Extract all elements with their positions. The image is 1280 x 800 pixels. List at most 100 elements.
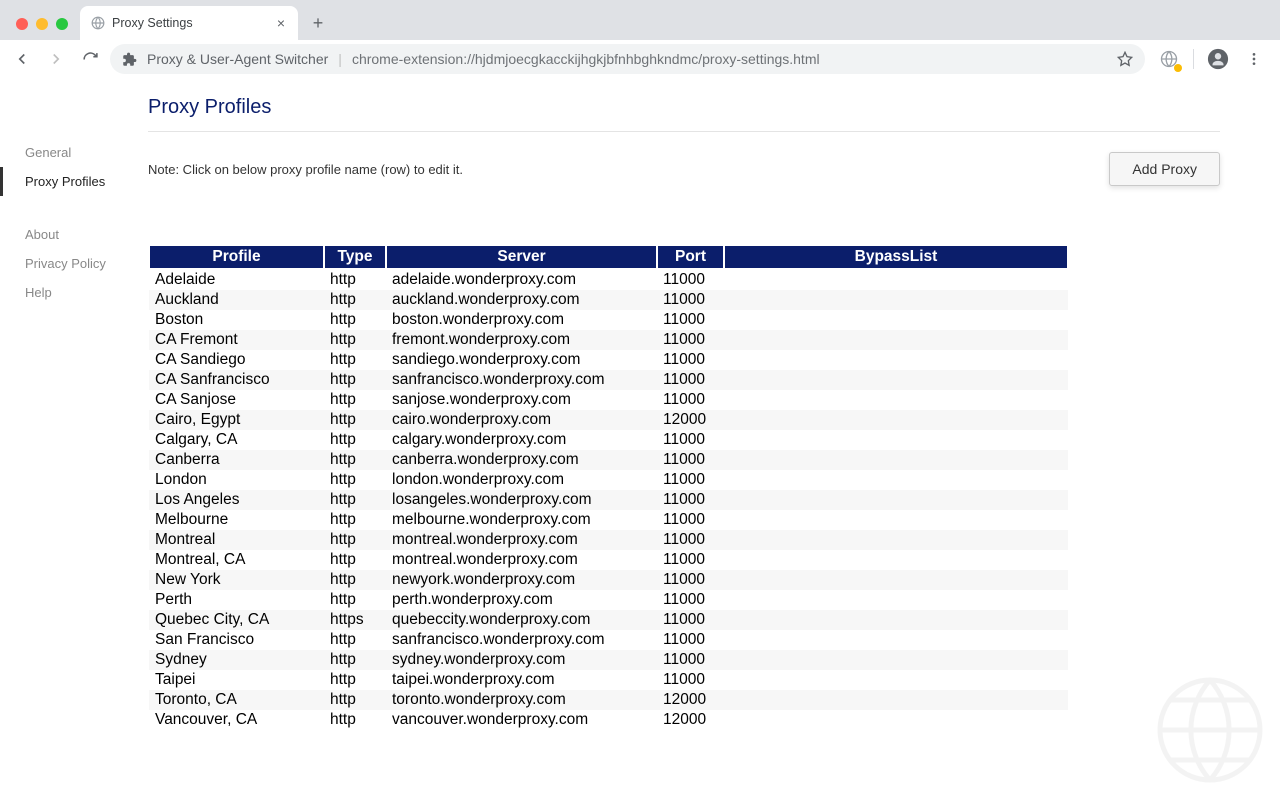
tab-title: Proxy Settings xyxy=(112,16,268,30)
table-row[interactable]: Londonhttplondon.wonderproxy.com11000 xyxy=(149,470,1068,490)
cell-profile: Melbourne xyxy=(149,510,324,530)
cell-type: http xyxy=(324,530,386,550)
cell-bypass xyxy=(724,470,1068,490)
table-row[interactable]: Canberrahttpcanberra.wonderproxy.com1100… xyxy=(149,450,1068,470)
back-button[interactable] xyxy=(8,45,36,73)
cell-server: perth.wonderproxy.com xyxy=(386,590,657,610)
table-row[interactable]: Adelaidehttpadelaide.wonderproxy.com1100… xyxy=(149,269,1068,290)
table-row[interactable]: Montrealhttpmontreal.wonderproxy.com1100… xyxy=(149,530,1068,550)
bookmark-star-icon[interactable] xyxy=(1117,51,1133,67)
browser-toolbar: Proxy & User-Agent Switcher | chrome-ext… xyxy=(0,40,1280,78)
cell-server: montreal.wonderproxy.com xyxy=(386,530,657,550)
cell-port: 11000 xyxy=(657,590,724,610)
globe-icon xyxy=(90,15,106,31)
proxy-table: Profile Type Server Port BypassList Adel… xyxy=(148,244,1069,730)
cell-port: 11000 xyxy=(657,530,724,550)
table-row[interactable]: CA Sandiegohttpsandiego.wonderproxy.com1… xyxy=(149,350,1068,370)
sidebar-item-proxy-profiles[interactable]: Proxy Profiles xyxy=(0,167,148,196)
cell-bypass xyxy=(724,630,1068,650)
table-row[interactable]: Vancouver, CAhttpvancouver.wonderproxy.c… xyxy=(149,710,1068,730)
extension-icon xyxy=(122,52,137,67)
cell-profile: Taipei xyxy=(149,670,324,690)
cell-type: http xyxy=(324,590,386,610)
table-row[interactable]: Aucklandhttpauckland.wonderproxy.com1100… xyxy=(149,290,1068,310)
tab-strip: Proxy Settings × + xyxy=(0,0,1280,40)
close-tab-button[interactable]: × xyxy=(274,15,288,31)
cell-profile: CA Sanjose xyxy=(149,390,324,410)
cell-type: http xyxy=(324,650,386,670)
browser-chrome: Proxy Settings × + Proxy & User-Agent Sw… xyxy=(0,0,1280,78)
col-bypasslist: BypassList xyxy=(724,245,1068,269)
sidebar-item-general[interactable]: General xyxy=(0,138,148,167)
table-row[interactable]: Quebec City, CAhttpsquebeccity.wonderpro… xyxy=(149,610,1068,630)
table-row[interactable]: Perthhttpperth.wonderproxy.com11000 xyxy=(149,590,1068,610)
sidebar-item-help[interactable]: Help xyxy=(0,278,148,307)
cell-type: http xyxy=(324,390,386,410)
sidebar-item-privacy-policy[interactable]: Privacy Policy xyxy=(0,249,148,278)
minimize-window-button[interactable] xyxy=(36,18,48,30)
cell-type: http xyxy=(324,370,386,390)
cell-type: https xyxy=(324,610,386,630)
forward-button[interactable] xyxy=(42,45,70,73)
cell-server: fremont.wonderproxy.com xyxy=(386,330,657,350)
page-title: Proxy Profiles xyxy=(148,96,1220,132)
table-row[interactable]: Calgary, CAhttpcalgary.wonderproxy.com11… xyxy=(149,430,1068,450)
cell-bypass xyxy=(724,610,1068,630)
table-row[interactable]: Taipeihttptaipei.wonderproxy.com11000 xyxy=(149,670,1068,690)
cell-profile: CA Sandiego xyxy=(149,350,324,370)
sidebar: GeneralProxy Profiles AboutPrivacy Policy… xyxy=(0,78,148,800)
cell-profile: Montreal, CA xyxy=(149,550,324,570)
cell-type: http xyxy=(324,510,386,530)
address-bar[interactable]: Proxy & User-Agent Switcher | chrome-ext… xyxy=(110,44,1145,74)
maximize-window-button[interactable] xyxy=(56,18,68,30)
cell-bypass xyxy=(724,590,1068,610)
cell-type: http xyxy=(324,630,386,650)
cell-bypass xyxy=(724,670,1068,690)
cell-profile: Calgary, CA xyxy=(149,430,324,450)
table-row[interactable]: Sydneyhttpsydney.wonderproxy.com11000 xyxy=(149,650,1068,670)
cell-bypass xyxy=(724,290,1068,310)
table-row[interactable]: Toronto, CAhttptoronto.wonderproxy.com12… xyxy=(149,690,1068,710)
col-type: Type xyxy=(324,245,386,269)
watermark-globe-icon xyxy=(1150,670,1270,790)
cell-server: calgary.wonderproxy.com xyxy=(386,430,657,450)
reload-button[interactable] xyxy=(76,45,104,73)
cell-profile: Auckland xyxy=(149,290,324,310)
cell-bypass xyxy=(724,710,1068,730)
browser-tab[interactable]: Proxy Settings × xyxy=(80,6,298,40)
table-row[interactable]: San Franciscohttpsanfrancisco.wonderprox… xyxy=(149,630,1068,650)
cell-server: boston.wonderproxy.com xyxy=(386,310,657,330)
profile-avatar-icon[interactable] xyxy=(1206,47,1230,71)
cell-bypass xyxy=(724,330,1068,350)
cell-server: sanjose.wonderproxy.com xyxy=(386,390,657,410)
cell-type: http xyxy=(324,490,386,510)
table-row[interactable]: CA Fremonthttpfremont.wonderproxy.com110… xyxy=(149,330,1068,350)
cell-server: sanfrancisco.wonderproxy.com xyxy=(386,630,657,650)
extension-badge-icon[interactable] xyxy=(1157,47,1181,71)
table-row[interactable]: New Yorkhttpnewyork.wonderproxy.com11000 xyxy=(149,570,1068,590)
table-row[interactable]: Los Angeleshttplosangeles.wonderproxy.co… xyxy=(149,490,1068,510)
add-proxy-button[interactable]: Add Proxy xyxy=(1109,152,1220,186)
cell-bypass xyxy=(724,570,1068,590)
table-row[interactable]: Montreal, CAhttpmontreal.wonderproxy.com… xyxy=(149,550,1068,570)
cell-profile: Sydney xyxy=(149,650,324,670)
new-tab-button[interactable]: + xyxy=(304,9,332,37)
cell-type: http xyxy=(324,570,386,590)
cell-server: quebeccity.wonderproxy.com xyxy=(386,610,657,630)
table-row[interactable]: Melbournehttpmelbourne.wonderproxy.com11… xyxy=(149,510,1068,530)
table-row[interactable]: CA Sanfranciscohttpsanfrancisco.wonderpr… xyxy=(149,370,1068,390)
table-row[interactable]: CA Sanjosehttpsanjose.wonderproxy.com110… xyxy=(149,390,1068,410)
menu-button[interactable] xyxy=(1242,47,1266,71)
table-row[interactable]: Cairo, Egypthttpcairo.wonderproxy.com120… xyxy=(149,410,1068,430)
cell-profile: Cairo, Egypt xyxy=(149,410,324,430)
cell-port: 11000 xyxy=(657,430,724,450)
close-window-button[interactable] xyxy=(16,18,28,30)
table-row[interactable]: Bostonhttpboston.wonderproxy.com11000 xyxy=(149,310,1068,330)
cell-bypass xyxy=(724,350,1068,370)
sidebar-item-about[interactable]: About xyxy=(0,220,148,249)
cell-type: http xyxy=(324,330,386,350)
cell-profile: Toronto, CA xyxy=(149,690,324,710)
cell-port: 11000 xyxy=(657,310,724,330)
cell-profile: Montreal xyxy=(149,530,324,550)
cell-server: toronto.wonderproxy.com xyxy=(386,690,657,710)
